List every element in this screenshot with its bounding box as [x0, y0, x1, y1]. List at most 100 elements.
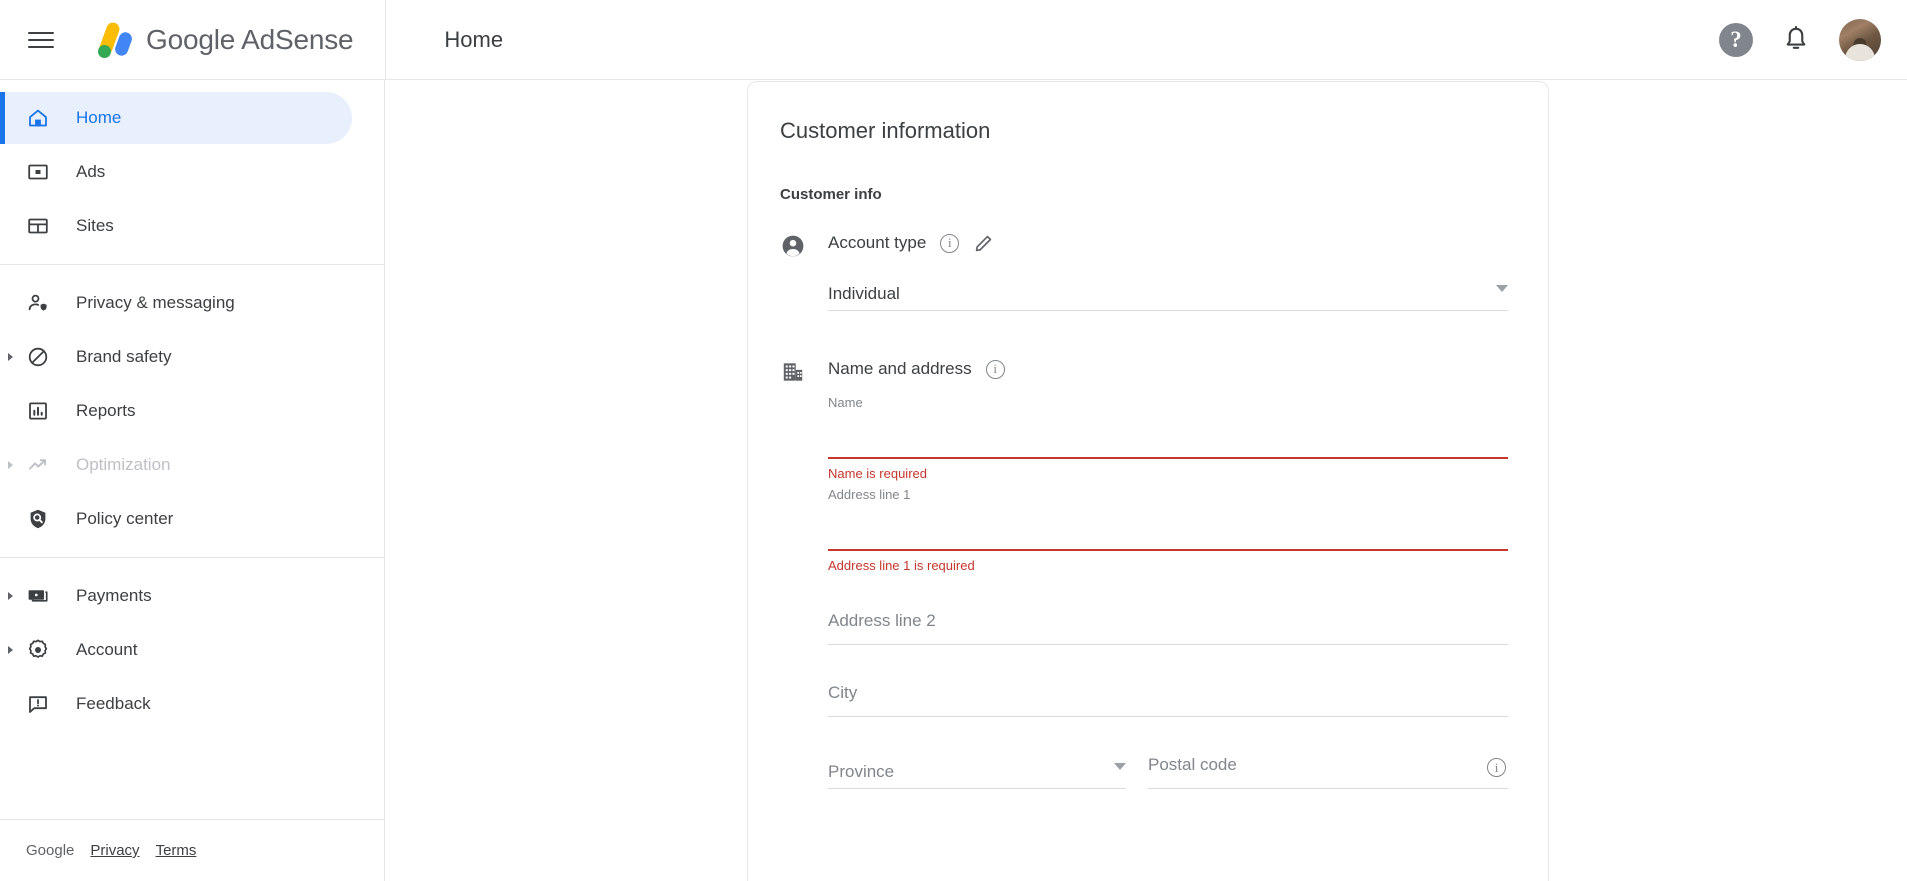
top-app-bar: Google AdSense Home ?	[0, 0, 1907, 80]
postal-code-field-wrap: i	[1148, 747, 1508, 789]
info-icon[interactable]: i	[1487, 758, 1506, 777]
sidebar-item-label: Privacy & messaging	[76, 293, 235, 312]
account-type-select[interactable]: Individual	[828, 269, 1508, 311]
sidebar-item-account[interactable]: Account	[0, 624, 352, 676]
address1-field-wrap: Address line 1 Address line 1 is require…	[828, 487, 1508, 573]
name-input[interactable]	[828, 417, 1508, 459]
pencil-edit-icon[interactable]	[973, 232, 995, 254]
name-address-body: Name and address i Name Name is required…	[828, 355, 1508, 789]
bell-icon[interactable]	[1781, 24, 1811, 56]
province-field-wrap: Province	[828, 747, 1126, 789]
sidebar-item-sites[interactable]: Sites	[0, 200, 352, 252]
account-type-select-wrap: Individual	[828, 269, 1508, 311]
gear-icon	[26, 638, 50, 662]
account-type-body: Account type i Individual	[828, 229, 1508, 311]
info-icon[interactable]: i	[940, 233, 960, 253]
block-circle-icon	[26, 345, 50, 369]
sidebar-item-label: Account	[76, 640, 138, 659]
hamburger-bar	[28, 45, 54, 48]
name-address-gutter	[780, 355, 828, 789]
customer-information-card: Customer information Customer info Accou…	[747, 81, 1549, 881]
city-field-wrap	[828, 675, 1508, 717]
chevron-right-icon	[8, 353, 13, 361]
address1-error-message: Address line 1 is required	[828, 558, 975, 573]
sidebar-item-label: Sites	[76, 216, 114, 235]
trending-up-icon	[26, 453, 50, 477]
name-error-message: Name is required	[828, 466, 927, 481]
hamburger-bar	[28, 38, 54, 41]
sidebar-group-account: Payments Account Feedback	[0, 557, 384, 742]
feedback-icon	[26, 692, 50, 716]
bar-chart-icon	[26, 399, 50, 423]
sidebar-item-home[interactable]: Home	[0, 92, 352, 144]
brand-logo-link[interactable]: Google AdSense	[92, 0, 354, 80]
address1-field-label: Address line 1	[828, 487, 911, 502]
name-field-wrap: Name Name is required	[828, 395, 1508, 481]
home-icon	[26, 106, 50, 130]
sidebar-group-primary: Home Ads Sites	[0, 80, 384, 264]
brand-name: Google AdSense	[146, 23, 354, 55]
topbar-divider	[385, 0, 387, 80]
sidebar-footer: Google Privacy Terms	[0, 819, 384, 881]
sidebar-item-reports[interactable]: Reports	[0, 385, 352, 437]
sidebar-item-ads[interactable]: Ads	[0, 146, 352, 198]
help-icon[interactable]: ?	[1719, 22, 1753, 57]
avatar[interactable]	[1839, 18, 1881, 61]
account-type-value: Individual	[828, 284, 900, 303]
main-content-area: Customer information Customer info Accou…	[386, 81, 1907, 881]
topbar-actions: ?	[1719, 18, 1881, 61]
footer-brand: Google	[26, 842, 75, 859]
sidebar-item-label: Feedback	[76, 694, 151, 713]
sidebar-item-policy-center[interactable]: Policy center	[0, 493, 352, 545]
name-address-label: Name and address	[828, 359, 972, 378]
sidebar-item-label: Optimization	[76, 455, 171, 474]
address2-field-wrap	[828, 603, 1508, 645]
sidebar-item-feedback[interactable]: Feedback	[0, 678, 352, 730]
terms-link[interactable]: Terms	[156, 842, 197, 859]
hamburger-bar	[28, 31, 54, 34]
address2-input[interactable]	[828, 603, 1508, 645]
sidebar-item-label: Policy center	[76, 509, 174, 528]
sidebar-navigation: Home Ads Sites Privacy & messaging Brand…	[0, 80, 385, 881]
building-icon	[783, 363, 803, 381]
name-address-head: Name and address i	[828, 355, 1508, 383]
chevron-right-icon	[8, 646, 13, 654]
sidebar-item-label: Ads	[76, 162, 106, 181]
chevron-down-icon	[1114, 763, 1126, 770]
city-input[interactable]	[828, 675, 1508, 717]
sidebar-item-payments[interactable]: Payments	[0, 570, 352, 622]
sites-icon	[26, 214, 50, 238]
province-postal-row: Province i	[828, 747, 1508, 789]
account-type-gutter	[780, 229, 828, 311]
sidebar-group-manage: Privacy & messaging Brand safety Reports	[0, 264, 384, 557]
sidebar-item-optimization: Optimization	[0, 439, 352, 491]
name-and-address-block: Name and address i Name Name is required…	[780, 355, 1508, 789]
privacy-person-shield-icon	[26, 291, 50, 315]
chevron-right-icon	[8, 461, 13, 469]
chevron-down-icon	[1496, 285, 1508, 292]
hamburger-menu-icon[interactable]	[28, 26, 56, 54]
policy-shield-icon	[26, 507, 50, 531]
province-select[interactable]: Province	[828, 747, 1126, 789]
chevron-right-icon	[8, 592, 13, 600]
sidebar-item-label: Brand safety	[76, 347, 172, 366]
person-circle-icon	[782, 235, 804, 257]
sidebar-item-privacy-messaging[interactable]: Privacy & messaging	[0, 277, 352, 329]
privacy-link[interactable]: Privacy	[90, 842, 139, 859]
postal-code-input[interactable]	[1148, 747, 1508, 789]
name-field-label: Name	[828, 395, 863, 410]
payments-money-icon	[26, 584, 50, 608]
sidebar-item-label: Payments	[76, 586, 152, 605]
page-title: Home	[444, 26, 504, 52]
account-type-label: Account type	[828, 233, 927, 252]
ads-icon	[26, 160, 50, 184]
sidebar-item-label: Reports	[76, 401, 136, 420]
address1-input[interactable]	[828, 509, 1508, 551]
info-icon[interactable]: i	[985, 359, 1005, 379]
card-title: Customer information	[780, 118, 991, 143]
sidebar-item-brand-safety[interactable]: Brand safety	[0, 331, 352, 383]
